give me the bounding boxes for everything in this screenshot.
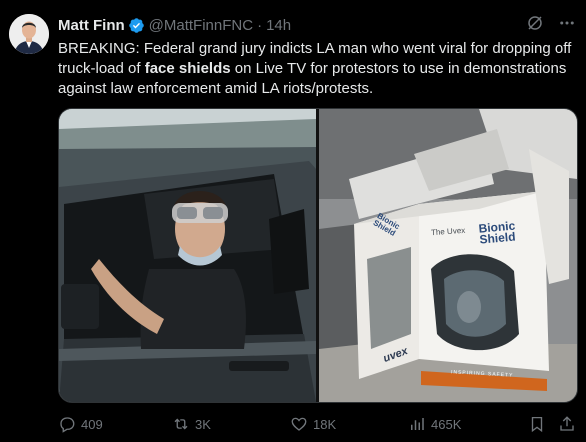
- share-button[interactable]: [558, 415, 576, 433]
- tweet-text-bold: face shields: [144, 60, 231, 77]
- like-button[interactable]: 18K: [290, 415, 336, 433]
- like-count: 18K: [313, 416, 337, 432]
- photo-man-in-truck[interactable]: [59, 109, 316, 402]
- reply-count: 409: [81, 416, 103, 432]
- bookmark-button[interactable]: [528, 415, 546, 433]
- tweet-media[interactable]: The Uvex Bionic Shield Bionic Shield uve…: [58, 108, 578, 403]
- author-handle[interactable]: @MattFinnFNC: [149, 17, 253, 34]
- heart-icon: [291, 417, 307, 431]
- header-actions: [526, 14, 576, 32]
- timestamp[interactable]: 14h: [266, 17, 291, 34]
- share-icon: [560, 416, 574, 431]
- reply-icon: [60, 417, 75, 433]
- verified-badge-icon: [128, 17, 145, 34]
- views-chart-icon: [411, 418, 424, 430]
- grok-icon[interactable]: [526, 14, 544, 32]
- avatar[interactable]: [9, 14, 49, 54]
- more-options-icon[interactable]: [558, 14, 576, 32]
- bookmark-icon: [531, 416, 543, 433]
- tweet-actions: 409 3K 18K 465K: [58, 413, 578, 435]
- separator-dot: ·: [257, 16, 263, 34]
- repost-count: 3K: [195, 416, 211, 432]
- tweet[interactable]: Matt Finn @MattFinnFNC · 14h BREAKING: F…: [0, 0, 586, 442]
- tweet-text: BREAKING: Federal grand jury indicts LA …: [58, 39, 578, 99]
- photo-uvex-box[interactable]: The Uvex Bionic Shield Bionic Shield uve…: [319, 109, 577, 402]
- views-button[interactable]: 465K: [408, 415, 461, 433]
- views-count: 465K: [431, 416, 462, 432]
- author-name[interactable]: Matt Finn: [58, 17, 125, 34]
- reply-button[interactable]: 409: [58, 415, 103, 433]
- repost-button[interactable]: 3K: [172, 415, 211, 433]
- tweet-header: Matt Finn @MattFinnFNC · 14h: [58, 15, 291, 35]
- repost-icon: [174, 418, 188, 430]
